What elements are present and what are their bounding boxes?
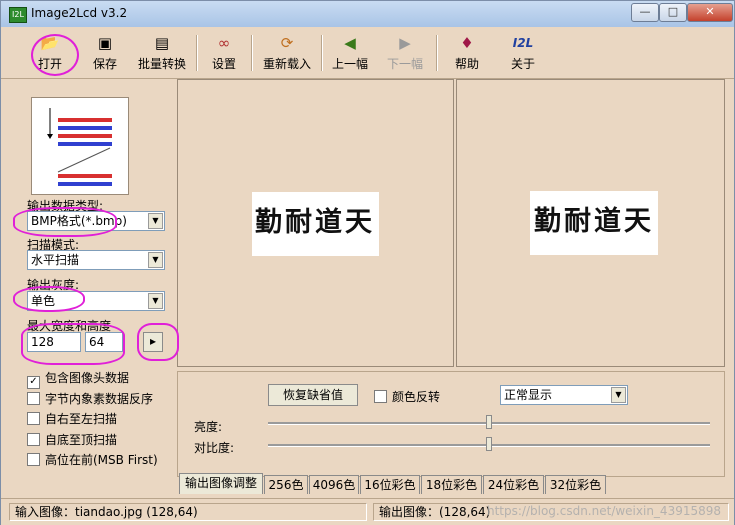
toolbar-separator [196, 35, 198, 71]
checkbox-label: 字节内象素数据反序 [45, 392, 154, 406]
highlight-annotation [13, 207, 117, 237]
display-mode-select[interactable]: 正常显示 ▼ [500, 385, 628, 405]
checkbox-icon [27, 433, 40, 446]
settings-button[interactable]: ∞ 设置 [205, 32, 243, 74]
output-image: 勤耐道天 [530, 191, 658, 255]
app-logo-icon: I2L [9, 7, 27, 23]
save-label: 保存 [92, 57, 117, 71]
reload-icon: ⟳ [280, 34, 294, 52]
status-bar: 输入图像：tiandao.jpg (128,64) 输出图像：(128,64) … [1, 498, 734, 525]
output-image-calligraphy: 勤耐道天 [534, 206, 654, 237]
reverse-bits-checkbox[interactable]: 字节内象素数据反序 [27, 390, 153, 406]
checkbox-icon [27, 453, 40, 466]
chevron-down-icon[interactable]: ▼ [148, 293, 163, 309]
batch-icon: ▤ [154, 34, 170, 52]
about-button[interactable]: I2L 关于 [501, 32, 545, 74]
checkbox-icon [27, 412, 40, 425]
prev-image-button[interactable]: ◀ 上一幅 [329, 32, 371, 74]
checkbox-label: 包含图像头数据 [45, 371, 130, 385]
scan-mode-select[interactable]: 水平扫描 ▼ [27, 250, 165, 270]
about-label: 关于 [510, 57, 535, 71]
include-header-checkbox[interactable]: ✓ 包含图像头数据 [27, 369, 130, 389]
chevron-down-icon[interactable]: ▼ [611, 387, 626, 403]
help-book-icon: ♦ [460, 34, 474, 52]
status-input-image: 输入图像：tiandao.jpg (128,64) [9, 503, 367, 521]
scan-diagram-icon [47, 108, 112, 186]
toolbar-separator [251, 35, 253, 71]
minimize-button[interactable]: — [631, 3, 659, 22]
input-image-calligraphy: 勤耐道天 [255, 207, 375, 238]
input-image-preview: 勤耐道天 [177, 79, 454, 367]
contrast-slider-thumb[interactable] [486, 437, 492, 451]
brightness-label: 亮度: [194, 420, 223, 434]
tab-16bit-color[interactable]: 16位彩色 [360, 475, 420, 494]
checkbox-icon [27, 392, 40, 405]
scan-mode-value: 水平扫描 [31, 253, 80, 267]
chevron-down-icon[interactable]: ▼ [148, 252, 163, 268]
help-label: 帮助 [454, 57, 479, 71]
arrow-right-icon: ▶ [399, 34, 411, 52]
reload-button[interactable]: ⟳ 重新载入 [259, 32, 315, 74]
toolbar: 📂 打开 ▣ 保存 ▤ 批量转换 ∞ 设置 ⟳ 重新载入 ◀ 上一幅 ▶ 下一幅 [1, 28, 734, 79]
highlight-annotation [137, 323, 179, 361]
main-window: I2L Image2Lcd v3.2 — □ ✕ 📂 打开 ▣ 保存 ▤ 批量转… [0, 0, 735, 525]
tab-18bit-color[interactable]: 18位彩色 [421, 475, 482, 494]
prev-label: 上一幅 [331, 57, 368, 71]
invert-color-checkbox[interactable]: 颜色反转 [374, 388, 440, 404]
bottom-to-top-checkbox[interactable]: 自底至顶扫描 [27, 431, 117, 447]
save-button[interactable]: ▣ 保存 [85, 32, 125, 74]
right-to-left-checkbox[interactable]: 自右至左扫描 [27, 410, 117, 426]
tab-output-adjust[interactable]: 输出图像调整 [179, 473, 263, 494]
about-i2l-icon: I2L [512, 36, 534, 50]
batch-convert-button[interactable]: ▤ 批量转换 [133, 32, 191, 74]
tab-32bit-color[interactable]: 32位彩色 [545, 475, 606, 494]
floppy-icon: ▣ [97, 34, 113, 52]
batch-label: 批量转换 [137, 57, 186, 71]
msb-first-checkbox[interactable]: 高位在前(MSB First) [27, 451, 158, 467]
glasses-icon: ∞ [217, 34, 231, 52]
tab-256-color[interactable]: 256色 [264, 475, 308, 494]
display-mode-value: 正常显示 [504, 388, 553, 402]
checkbox-checked-icon: ✓ [27, 376, 40, 389]
reload-label: 重新载入 [262, 57, 311, 71]
help-button[interactable]: ♦ 帮助 [447, 32, 487, 74]
contrast-label: 对比度: [194, 441, 235, 455]
checkbox-label: 颜色反转 [392, 390, 441, 404]
next-image-button[interactable]: ▶ 下一幅 [383, 32, 427, 74]
input-image: 勤耐道天 [252, 192, 379, 256]
chevron-down-icon[interactable]: ▼ [148, 213, 163, 229]
next-label: 下一幅 [386, 57, 423, 71]
checkbox-label: 自右至左扫描 [45, 412, 118, 426]
checkbox-label: 自底至顶扫描 [45, 433, 118, 447]
tab-24bit-color[interactable]: 24位彩色 [483, 475, 544, 494]
highlight-annotation [21, 323, 125, 365]
highlight-annotation [13, 286, 85, 312]
checkbox-label: 高位在前(MSB First) [45, 453, 158, 467]
toolbar-separator [436, 35, 438, 71]
settings-label: 设置 [211, 57, 236, 71]
checkbox-icon [374, 390, 387, 403]
window-title: Image2Lcd v3.2 [31, 6, 128, 20]
output-image-preview: 勤耐道天 [456, 79, 725, 367]
brightness-slider-thumb[interactable] [486, 415, 492, 429]
toolbar-separator [321, 35, 323, 71]
close-button[interactable]: ✕ [687, 3, 733, 22]
arrow-left-icon: ◀ [344, 34, 356, 52]
tab-4096-color[interactable]: 4096色 [309, 475, 359, 494]
scan-mode-diagram [31, 97, 129, 195]
title-bar: I2L Image2Lcd v3.2 — □ ✕ [1, 1, 734, 27]
highlight-annotation [31, 34, 79, 76]
restore-defaults-button[interactable]: 恢复缺省值 [268, 384, 358, 406]
watermark-text: https://blog.csdn.net/weixin_43915898 [487, 504, 722, 518]
maximize-button[interactable]: □ [659, 3, 687, 22]
image-adjust-panel: 恢复缺省值 颜色反转 正常显示 ▼ 亮度: 对比度: [177, 371, 725, 477]
